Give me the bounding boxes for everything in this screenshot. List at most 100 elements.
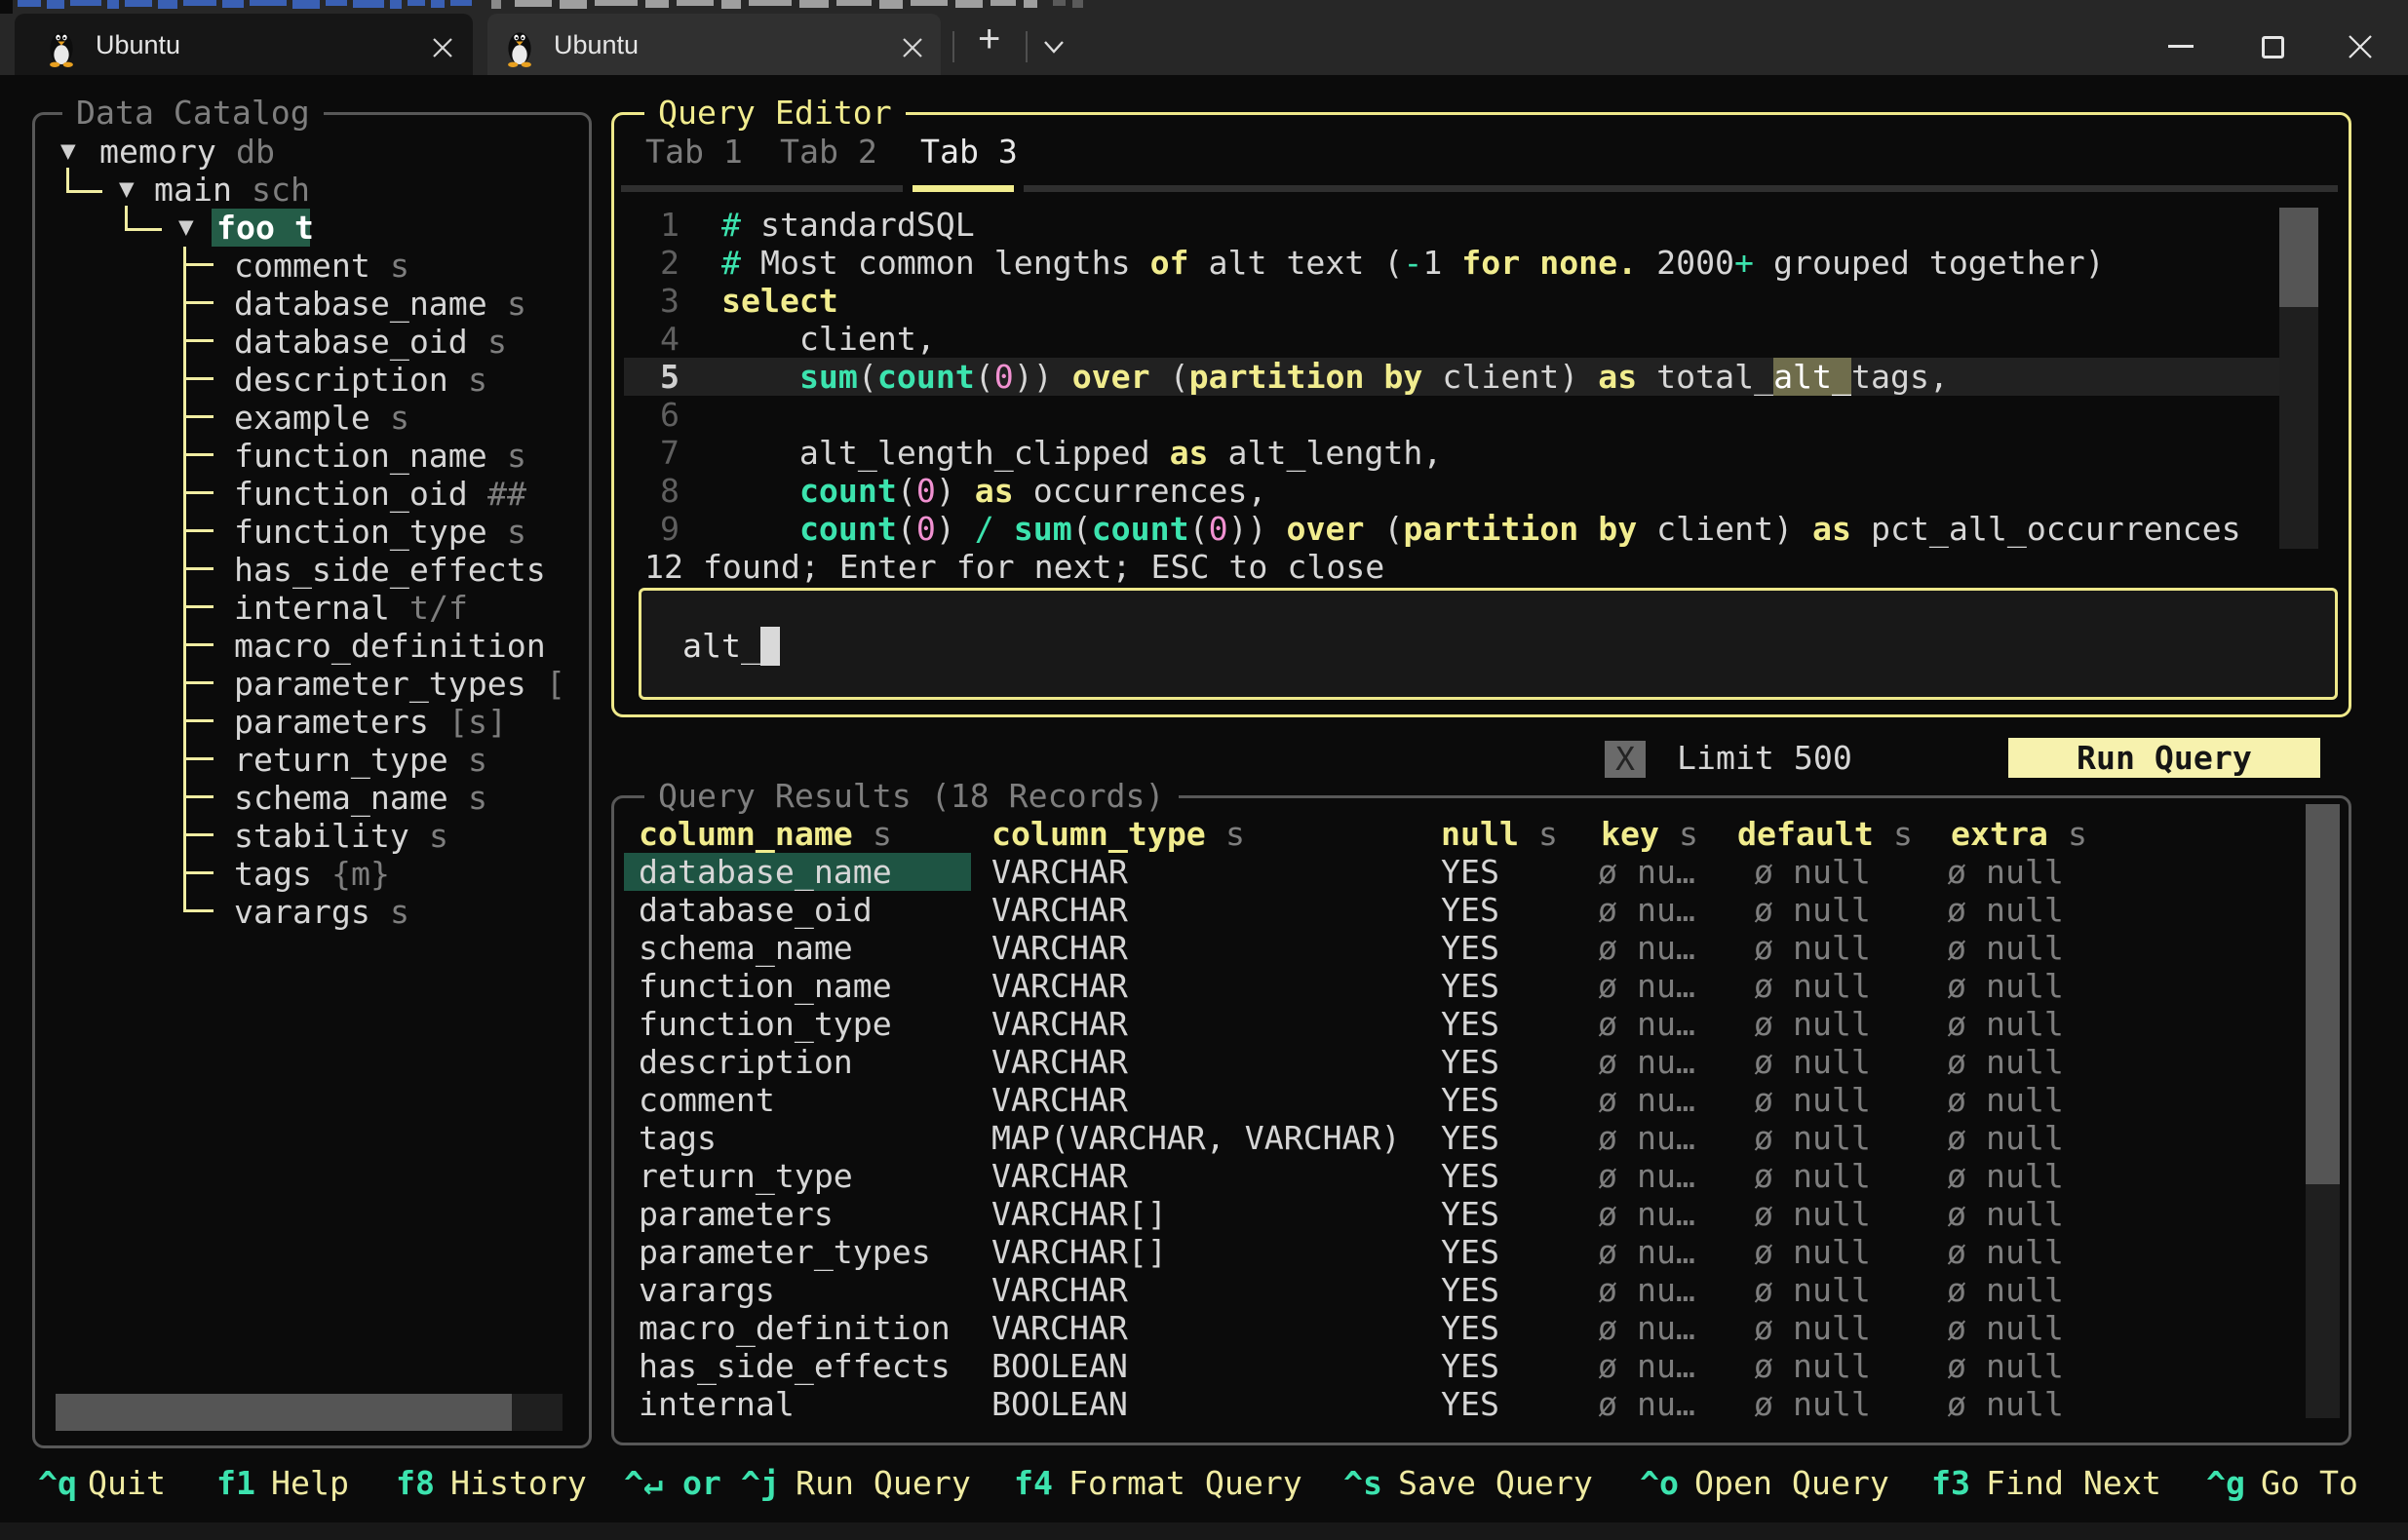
glyph-fragment [431, 0, 445, 8]
footer-key-6[interactable]: ^s [1343, 1464, 1382, 1502]
tree-item-memory[interactable]: ▼ memory db [35, 133, 589, 171]
cell-null: YES [1441, 891, 1499, 929]
table-row[interactable]: return_type VARCHAR YES ø nu… ø null ø null [624, 1157, 2301, 1195]
results-vscrollbar-thumb[interactable] [2306, 804, 2340, 1184]
tree-item-database_oid[interactable]: database_oid s [35, 323, 589, 361]
tree-item-tags[interactable]: tags {m} [35, 855, 589, 893]
column-header-column_name[interactable]: column_name [639, 815, 853, 853]
table-row[interactable]: internal BOOLEAN YES ø nu… ø null ø null [624, 1385, 2301, 1423]
code-token: # [721, 206, 741, 244]
table-row[interactable]: function_type VARCHAR YES ø nu… ø null ø null [624, 1005, 2301, 1043]
expand-triangle-icon[interactable]: ▼ [178, 209, 194, 247]
editor-tab-2[interactable]: Tab 2 [780, 133, 877, 171]
table-row[interactable]: database_name VARCHAR YES ø nu… ø null ø null [624, 853, 2301, 891]
column-header-default[interactable]: default [1737, 815, 1874, 853]
tree-item-parameter_types[interactable]: parameter_types [ [35, 665, 589, 703]
table-row[interactable]: tags MAP(VARCHAR, VARCHAR) YES ø nu… ø null ø… [624, 1119, 2301, 1157]
table-row[interactable]: function_name VARCHAR YES ø nu… ø null ø null [624, 967, 2301, 1005]
limit-checkbox[interactable]: X [1605, 740, 1646, 778]
tree-guide [183, 833, 214, 836]
terminal-tab-1[interactable]: Ubuntu [15, 14, 473, 75]
glyph-fragment [107, 0, 119, 9]
cell-column_type: VARCHAR [991, 967, 1128, 1005]
expand-triangle-icon[interactable]: ▼ [119, 171, 135, 209]
chevron-down-icon[interactable] [1041, 37, 1067, 57]
cell-column_type: VARCHAR [991, 1005, 1128, 1043]
results-vscrollbar[interactable] [2306, 804, 2340, 1418]
tree-item-function_type[interactable]: function_type s [35, 513, 589, 551]
tree-item-function_name[interactable]: function_name s [35, 437, 589, 475]
catalog-hscrollbar-thumb[interactable] [56, 1394, 512, 1431]
glyph-fragment [18, 0, 41, 7]
footer-key-4[interactable]: ^↵ or ^j [624, 1464, 780, 1502]
table-row[interactable]: macro_definition VARCHAR YES ø nu… ø null ø n… [624, 1309, 2301, 1347]
editor-vscrollbar[interactable] [2279, 208, 2318, 549]
footer-key-5[interactable]: f4 [1014, 1464, 1053, 1502]
catalog-hscrollbar[interactable] [56, 1394, 563, 1431]
tux-icon [508, 32, 531, 67]
editor-tab-1[interactable]: Tab 1 [645, 133, 743, 171]
code-token: count [876, 358, 975, 396]
expand-triangle-icon[interactable]: ▼ [60, 133, 76, 171]
editor-vscrollbar-thumb[interactable] [2279, 208, 2318, 307]
tree-item-foo[interactable]: ▼ foo t [35, 209, 589, 247]
tree-item-schema_name[interactable]: schema_name s [35, 779, 589, 817]
column-header-key[interactable]: key [1601, 815, 1659, 853]
footer-key-3[interactable]: f8 [396, 1464, 435, 1502]
table-row[interactable]: varargs VARCHAR YES ø nu… ø null ø null [624, 1271, 2301, 1309]
close-window-button[interactable] [2348, 34, 2373, 59]
footer-key-1[interactable]: ^q [38, 1464, 77, 1502]
window-corner [0, 0, 13, 14]
table-row[interactable]: database_oid VARCHAR YES ø nu… ø null ø null [624, 891, 2301, 929]
footer-key-7[interactable]: ^o [1640, 1464, 1679, 1502]
code-token: as [1598, 358, 1638, 396]
tree-item-has_side_effects[interactable]: has_side_effects [35, 551, 589, 589]
cell-column_name: description [639, 1043, 853, 1081]
editor-tab-3[interactable]: Tab 3 [920, 133, 1018, 171]
tree-item-stability[interactable]: stability s [35, 817, 589, 855]
column-header-extra[interactable]: extra [1951, 815, 2048, 853]
tree-item-macro_definition[interactable]: macro_definition [35, 627, 589, 665]
close-tab-icon[interactable] [902, 37, 923, 58]
column-header-suffix: s [2068, 815, 2087, 853]
tree-item-function_oid[interactable]: function_oid ## [35, 475, 589, 513]
tree-item-description[interactable]: description s [35, 361, 589, 399]
tree-item-example[interactable]: example s [35, 399, 589, 437]
table-row[interactable]: has_side_effects BOOLEAN YES ø nu… ø null ø n… [624, 1347, 2301, 1385]
code-line: alt_length_clipped as alt_length, [721, 434, 1442, 472]
close-tab-icon[interactable] [432, 37, 453, 58]
column-header-null[interactable]: null [1441, 815, 1519, 853]
tree-item-internal[interactable]: internal t/f [35, 589, 589, 627]
run-query-button[interactable]: Run Query [2008, 738, 2320, 778]
tree-item-varargs[interactable]: varargs s [35, 893, 589, 931]
tree-item-comment[interactable]: comment s [35, 247, 589, 285]
table-row[interactable]: parameter_types VARCHAR[] YES ø nu… ø null ø … [624, 1233, 2301, 1271]
terminal-tab-2[interactable]: Ubuntu [487, 14, 941, 75]
table-row[interactable]: parameters VARCHAR[] YES ø nu… ø null ø null [624, 1195, 2301, 1233]
new-tab-button[interactable]: + [978, 18, 1000, 61]
tree-item-return_type[interactable]: return_type s [35, 741, 589, 779]
footer-key-8[interactable]: f3 [1931, 1464, 1970, 1502]
terminal-window: Ubuntu Ubuntu + Data Catalog ▼ memory db… [0, 0, 2408, 1540]
table-row[interactable]: description VARCHAR YES ø nu… ø null ø null [624, 1043, 2301, 1081]
column-header-column_type[interactable]: column_type [991, 815, 1206, 853]
footer-key-9[interactable]: ^g [2206, 1464, 2245, 1502]
cell-column_name: tags [639, 1119, 717, 1157]
table-row[interactable]: comment VARCHAR YES ø nu… ø null ø null [624, 1081, 2301, 1119]
maximize-button[interactable] [2262, 36, 2284, 58]
table-row[interactable]: schema_name VARCHAR YES ø nu… ø null ø null [624, 929, 2301, 967]
search-input[interactable]: alt_ [639, 588, 2338, 700]
tree-item-main[interactable]: ▼ main sch [35, 171, 589, 209]
tree-item-type: [ [546, 665, 565, 703]
tree-item-database_name[interactable]: database_name s [35, 285, 589, 323]
minimize-button[interactable] [2168, 45, 2194, 48]
line-number: 9 [660, 510, 680, 548]
footer-key-2[interactable]: f1 [216, 1464, 255, 1502]
code-token: ( [857, 358, 877, 396]
cell-column_type: VARCHAR [991, 1081, 1128, 1119]
tree-item-parameters[interactable]: parameters [s] [35, 703, 589, 741]
tree-item-label: internal [234, 589, 390, 627]
footer-label-5: Format Query [1068, 1464, 1302, 1502]
code-token: alt_length, [1208, 434, 1443, 472]
tree-item-type: s [468, 779, 487, 817]
